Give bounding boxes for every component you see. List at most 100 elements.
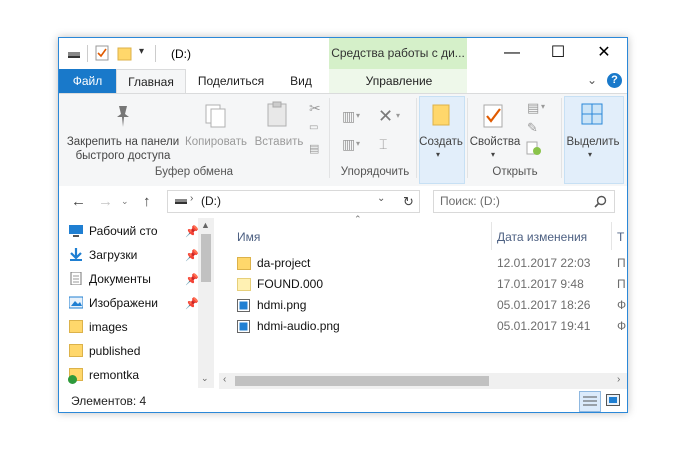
close-button[interactable]: ✕ [581, 38, 627, 69]
pinned-icon[interactable]: 📌 [185, 273, 199, 286]
file-scroll-thumb[interactable] [235, 376, 489, 386]
file-type: П [617, 277, 626, 291]
nav-item-label: images [89, 320, 128, 334]
details-view-button[interactable] [579, 391, 601, 412]
paste-button[interactable]: Вставить [251, 135, 307, 149]
title-bar: ▾ (D:) Средства работы с ди... — ☐ ✕ [59, 38, 627, 69]
column-divider[interactable] [491, 222, 492, 250]
tab-manage[interactable]: Управление [349, 69, 449, 93]
documents-icon [70, 272, 82, 285]
back-icon[interactable]: ← [71, 193, 86, 210]
pinned-icon[interactable]: 📌 [185, 297, 199, 310]
move-to-icon[interactable]: ▥ [342, 108, 355, 125]
search-box[interactable]: Поиск: (D:) [433, 190, 615, 213]
tab-share[interactable]: Поделиться [189, 69, 273, 93]
folder-icon [237, 278, 251, 291]
recent-dropdown-icon[interactable]: ⌄ [121, 196, 129, 207]
copy-to-dropdown-icon[interactable]: ▾ [356, 139, 360, 148]
properties-button[interactable]: Свойства [469, 135, 521, 149]
nav-pane-scrollbar[interactable]: ▲ ⌄ [198, 218, 214, 388]
nav-item-published[interactable]: published [69, 340, 141, 362]
forward-icon[interactable]: → [98, 193, 113, 210]
search-icon [594, 195, 607, 208]
breadcrumb-chevron-icon[interactable]: › [190, 193, 193, 204]
refresh-button[interactable]: ↻ [398, 190, 420, 213]
column-header-type[interactable]: Т [617, 226, 624, 248]
history-icon[interactable] [526, 140, 542, 156]
nav-scroll-thumb[interactable] [201, 234, 211, 282]
delete-icon[interactable]: ✕ [378, 106, 393, 127]
column-header-name[interactable]: Имя [237, 226, 260, 248]
large-icons-view-icon [606, 394, 620, 406]
folder-icon [69, 320, 83, 333]
pinned-icon[interactable]: 📌 [185, 225, 199, 238]
ribbon-collapse-icon[interactable]: ⌄ [587, 73, 597, 87]
copy-button[interactable]: Копировать [183, 135, 249, 149]
column-divider[interactable] [611, 222, 612, 250]
tab-home[interactable]: Главная [116, 69, 186, 94]
ribbon-separator [416, 98, 417, 178]
delete-dropdown-icon[interactable]: ▾ [396, 111, 400, 120]
pinned-icon[interactable]: 📌 [185, 249, 199, 262]
new-dropdown-icon[interactable]: ▾ [436, 150, 440, 159]
drive-icon [175, 199, 187, 204]
properties-dropdown-icon[interactable]: ▾ [491, 150, 495, 159]
copy-to-icon[interactable]: ▥ [342, 136, 355, 153]
file-date: 05.01.2017 18:26 [497, 298, 591, 312]
help-icon[interactable]: ? [607, 73, 622, 88]
scroll-up-icon[interactable]: ▲ [201, 220, 210, 230]
file-list: ⌃ Имя Дата изменения Т da-project 12.01.… [219, 214, 627, 389]
scroll-left-icon[interactable]: ‹ [223, 374, 226, 385]
new-folder-quick-icon[interactable] [117, 45, 133, 61]
item-count: Элементов: 4 [71, 394, 147, 408]
column-header-date[interactable]: Дата изменения [497, 226, 587, 248]
folder-icon [69, 344, 83, 357]
open-dropdown-icon[interactable]: ▾ [541, 102, 545, 111]
nav-item-downloads[interactable]: Загрузки [70, 244, 138, 266]
copy-path-icon[interactable]: ▭ [309, 122, 318, 133]
file-row[interactable]: hdmi-audio.png 05.01.2017 19:41 Ф [233, 316, 627, 337]
nav-item-pictures[interactable]: Изображени [69, 292, 158, 314]
downloads-icon [70, 248, 82, 261]
navigation-pane: Рабочий сто 📌 Загрузки 📌 Документы 📌 Изо… [59, 218, 216, 388]
ribbon-tabs: Файл Главная Поделиться Вид Управление ⌄… [59, 69, 627, 94]
rename-icon[interactable]: ⌶ [379, 136, 387, 153]
maximize-button[interactable]: ☐ [535, 38, 581, 69]
file-name: hdmi.png [257, 298, 307, 312]
file-name: hdmi-audio.png [257, 319, 340, 333]
address-bar[interactable]: › (D:) ⌄ [167, 190, 420, 213]
quick-access-dropdown-icon[interactable]: ▾ [139, 46, 144, 57]
select-button[interactable]: Выделить [564, 135, 622, 149]
open-icon[interactable]: ▤ [527, 100, 539, 116]
open-group-label: Открыть [492, 166, 538, 178]
pin-to-quick-access-button[interactable]: Закрепить на панели быстрого доступа [63, 135, 183, 163]
file-row[interactable]: hdmi.png 05.01.2017 18:26 Ф [233, 295, 627, 316]
nav-item-remontka[interactable]: remontka [68, 364, 139, 386]
file-list-scrollbar[interactable]: ‹ › [219, 373, 627, 389]
window-title: (D:) [171, 47, 191, 61]
up-icon[interactable]: ↑ [143, 193, 151, 210]
large-icons-view-button[interactable] [604, 392, 622, 409]
move-to-dropdown-icon[interactable]: ▾ [356, 111, 360, 120]
refresh-icon: ↻ [403, 194, 414, 209]
address-dropdown-icon[interactable]: ⌄ [377, 193, 385, 204]
paste-shortcut-icon[interactable]: ▤ [309, 142, 319, 155]
select-dropdown-icon[interactable]: ▾ [588, 150, 592, 159]
new-button[interactable]: Создать [419, 135, 463, 149]
properties-quick-icon[interactable] [95, 45, 109, 61]
tab-file[interactable]: Файл [59, 69, 116, 93]
minimize-button[interactable]: — [489, 38, 535, 69]
cut-icon[interactable]: ✂ [309, 100, 321, 117]
scroll-down-icon[interactable]: ⌄ [201, 373, 209, 384]
nav-item-documents[interactable]: Документы [70, 268, 151, 290]
edit-icon[interactable]: ✎ [527, 120, 538, 136]
file-row[interactable]: da-project 12.01.2017 22:03 П [233, 253, 627, 274]
nav-item-images[interactable]: images [69, 316, 128, 338]
tab-view[interactable]: Вид [281, 69, 321, 93]
nav-item-label: Загрузки [89, 248, 138, 262]
nav-item-label: published [89, 344, 141, 358]
search-input[interactable]: Поиск: (D:) [440, 194, 500, 208]
scroll-right-icon[interactable]: › [617, 374, 620, 385]
nav-item-desktop[interactable]: Рабочий сто [69, 220, 158, 242]
file-row[interactable]: FOUND.000 17.01.2017 9:48 П [233, 274, 627, 295]
